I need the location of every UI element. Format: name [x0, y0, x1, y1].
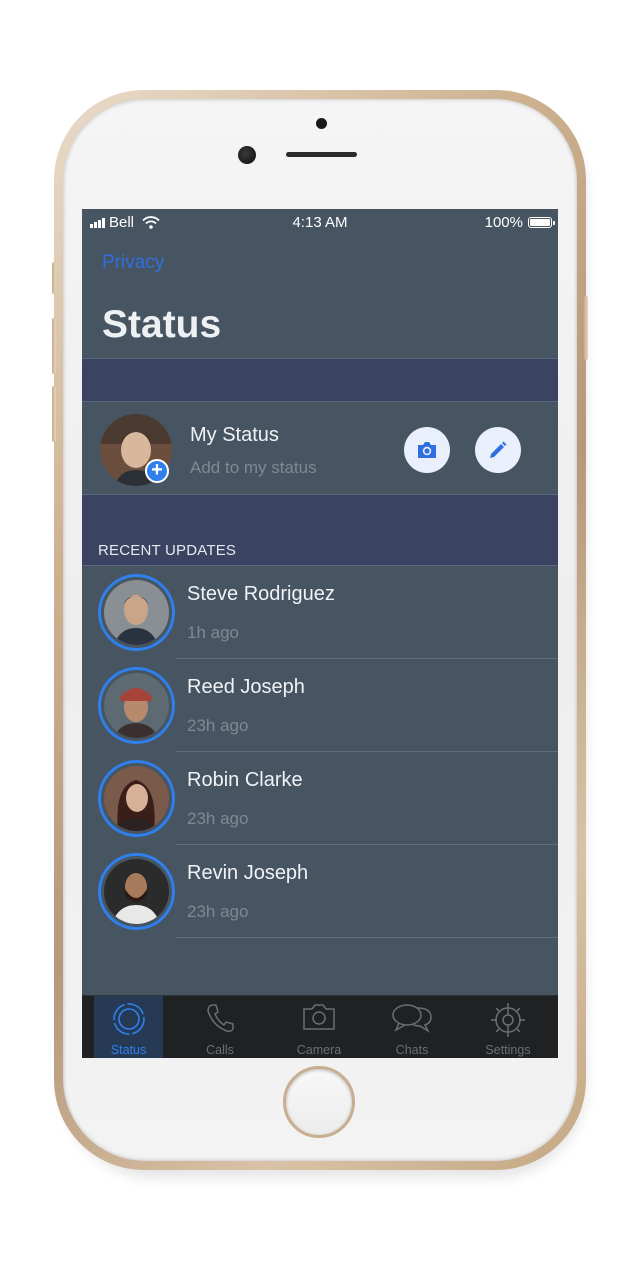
status-row[interactable]: Steve Rodriguez 1h ago [82, 566, 558, 659]
gear-icon [491, 1003, 525, 1037]
section-spacer [82, 358, 558, 402]
edit-text-button[interactable] [475, 427, 521, 473]
earpiece-speaker [286, 152, 357, 157]
recent-updates-list: Steve Rodriguez 1h ago Reed Joseph 23h a… [82, 566, 558, 938]
tab-label: Calls [206, 1043, 234, 1057]
tab-bar: Status Calls Camera Chats Settings [82, 995, 558, 1058]
status-ring [98, 853, 175, 930]
status-row[interactable]: Robin Clarke 23h ago [82, 752, 558, 845]
section-label: RECENT UPDATES [98, 542, 237, 559]
proximity-sensor [316, 118, 327, 129]
page-title: Status [102, 303, 222, 346]
battery-percent: 100% [484, 214, 523, 231]
app-screen: Bell 4:13 AM 100% Privacy Status + My St… [82, 209, 558, 1058]
volume-down-button [52, 386, 56, 442]
my-status-row[interactable]: + My Status Add to my status [82, 402, 558, 495]
tab-label: Status [110, 1043, 147, 1057]
status-time: 1h ago [187, 623, 239, 642]
contact-name: Revin Joseph [187, 862, 309, 884]
recent-updates-header: RECENT UPDATES [82, 495, 558, 566]
avatar [104, 859, 169, 924]
tab-label: Settings [485, 1043, 531, 1057]
front-camera [238, 146, 256, 164]
tab-label: Chats [395, 1043, 429, 1057]
camera-button[interactable] [404, 427, 450, 473]
privacy-link[interactable]: Privacy [102, 252, 164, 274]
my-status-name: My Status [190, 424, 279, 446]
avatar [104, 580, 169, 645]
home-button[interactable] [283, 1066, 355, 1138]
status-time: 23h ago [187, 902, 249, 921]
chat-bubbles-icon [392, 1004, 432, 1034]
status-ring [98, 574, 175, 651]
tab-settings[interactable]: Settings [468, 996, 548, 1058]
contact-name: Robin Clarke [187, 769, 303, 791]
avatar [104, 766, 169, 831]
tab-label: Camera [296, 1043, 342, 1057]
status-row[interactable]: Revin Joseph 23h ago [82, 845, 558, 938]
my-status-subtitle: Add to my status [190, 458, 317, 477]
tab-camera[interactable]: Camera [278, 996, 360, 1058]
status-row[interactable]: Reed Joseph 23h ago [82, 659, 558, 752]
add-status-icon[interactable]: + [145, 459, 169, 483]
avatar [104, 673, 169, 738]
phone-icon [207, 1004, 234, 1032]
status-bar: Bell 4:13 AM 100% [82, 209, 558, 237]
status-time: 23h ago [187, 809, 249, 828]
power-button [584, 296, 588, 360]
contact-name: Steve Rodriguez [187, 583, 335, 605]
volume-up-button [52, 318, 56, 374]
tab-status[interactable]: Status [94, 996, 163, 1058]
status-time: 23h ago [187, 716, 249, 735]
pencil-icon [490, 441, 507, 458]
status-icon [112, 1003, 145, 1035]
tab-calls[interactable]: Calls [180, 996, 260, 1058]
status-ring [98, 760, 175, 837]
contact-name: Reed Joseph [187, 676, 305, 698]
camera-icon [303, 1004, 335, 1030]
battery-icon [528, 217, 555, 228]
status-ring [98, 667, 175, 744]
mute-switch [52, 262, 56, 294]
tab-chats[interactable]: Chats [372, 996, 452, 1058]
camera-icon [418, 442, 436, 458]
